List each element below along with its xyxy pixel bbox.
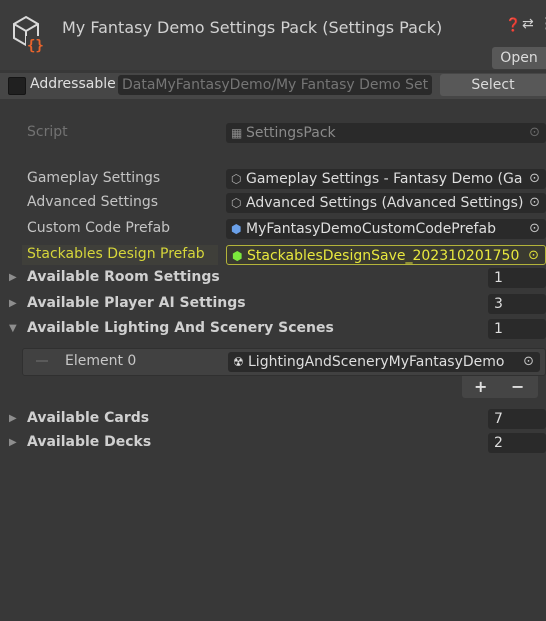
scriptable-object-small-icon: ⬡: [231, 196, 242, 210]
script-value: SettingsPack: [246, 125, 336, 141]
foldout-available-decks[interactable]: Available Decks: [27, 434, 151, 450]
custom-code-prefab-value: MyFantasyDemoCustomCodePrefab: [246, 221, 496, 237]
advanced-settings-field[interactable]: ⬡ Advanced Settings (Advanced Settings) …: [226, 193, 546, 213]
stackables-design-prefab-label: Stackables Design Prefab: [27, 246, 205, 262]
prefab-icon: ⬢: [232, 249, 243, 263]
object-picker-icon[interactable]: ⊙: [523, 352, 534, 372]
available-cards-count[interactable]: 7: [488, 409, 546, 429]
object-picker-icon[interactable]: ⊙: [529, 193, 540, 213]
collapsed-caret-icon[interactable]: ▶: [9, 437, 17, 448]
inspector-title: My Fantasy Demo Settings Pack (Settings …: [62, 18, 443, 37]
lighting-scene-value: LightingAndSceneryMyFantasyDemo: [248, 354, 505, 370]
collapsed-caret-icon[interactable]: ▶: [9, 413, 17, 424]
foldout-room-settings[interactable]: Available Room Settings: [27, 269, 220, 285]
help-icon[interactable]: ❓: [505, 18, 521, 33]
prefab-icon: ⬢: [231, 222, 242, 236]
collapsed-caret-icon[interactable]: ▶: [9, 298, 17, 309]
expanded-caret-icon[interactable]: ▼: [9, 323, 17, 334]
available-decks-count[interactable]: 2: [488, 433, 546, 453]
lighting-scene-field[interactable]: ☢ LightingAndSceneryMyFantasyDemo ⊙: [228, 352, 540, 372]
add-element-button[interactable]: +: [474, 377, 487, 396]
scene-icon: ☢: [233, 355, 244, 369]
room-settings-count[interactable]: 1: [488, 268, 546, 288]
addressable-checkbox[interactable]: [8, 77, 26, 95]
gameplay-settings-field[interactable]: ⬡ Gameplay Settings - Fantasy Demo (Ga ⊙: [226, 169, 546, 189]
object-picker-icon: ⊙: [529, 125, 540, 140]
open-button[interactable]: Open: [492, 47, 546, 69]
svg-text:{}: {}: [27, 38, 44, 54]
select-button[interactable]: Select: [440, 74, 546, 96]
lighting-scenes-count[interactable]: 1: [488, 319, 546, 339]
stackables-design-prefab-field[interactable]: ⬢ StackablesDesignSave_202310201750 ⊙: [226, 245, 546, 265]
player-ai-settings-count[interactable]: 3: [488, 294, 546, 314]
scriptable-object-icon: {}: [13, 15, 44, 54]
stackables-design-prefab-value: StackablesDesignSave_202310201750: [247, 248, 520, 264]
addressable-label: Addressable: [30, 76, 116, 92]
gameplay-settings-value: Gameplay Settings - Fantasy Demo (Ga: [246, 171, 523, 187]
scriptable-object-small-icon: ⬡: [231, 172, 242, 186]
preset-icon[interactable]: ⇄: [522, 16, 534, 32]
foldout-lighting-scenes[interactable]: Available Lighting And Scenery Scenes: [27, 320, 334, 336]
advanced-settings-value: Advanced Settings (Advanced Settings): [246, 195, 524, 211]
custom-code-prefab-label: Custom Code Prefab: [27, 220, 171, 236]
element-label: Element 0: [65, 353, 137, 369]
address-field[interactable]: DataMyFantasyDemo/My Fantasy Demo Set: [118, 75, 432, 95]
script-field: ▦ SettingsPack ⊙: [226, 123, 546, 143]
custom-code-prefab-field[interactable]: ⬢ MyFantasyDemoCustomCodePrefab ⊙: [226, 219, 546, 239]
object-picker-icon[interactable]: ⊙: [529, 219, 540, 239]
gameplay-settings-label: Gameplay Settings: [27, 170, 161, 186]
object-picker-icon[interactable]: ⊙: [529, 169, 540, 189]
script-label: Script: [27, 124, 68, 140]
foldout-player-ai-settings[interactable]: Available Player AI Settings: [27, 295, 246, 311]
object-picker-icon[interactable]: ⊙: [528, 246, 539, 264]
collapsed-caret-icon[interactable]: ▶: [9, 272, 17, 283]
foldout-available-cards[interactable]: Available Cards: [27, 410, 149, 426]
remove-element-button[interactable]: −: [511, 377, 524, 396]
more-options-icon[interactable]: ⋮: [539, 14, 546, 32]
advanced-settings-label: Advanced Settings: [27, 194, 159, 210]
drag-handle-icon[interactable]: [36, 360, 48, 362]
script-icon: ▦: [231, 126, 243, 140]
